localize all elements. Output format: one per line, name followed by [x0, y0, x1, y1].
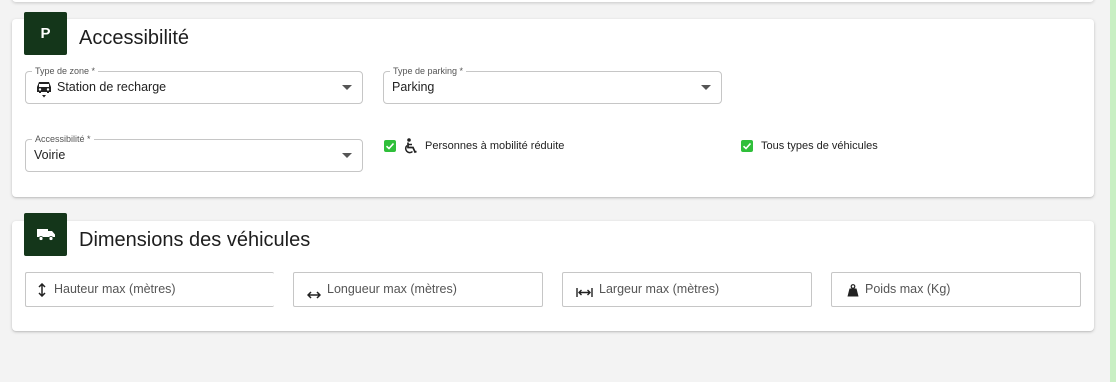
max-length-input[interactable]: Longueur max (mètres) — [293, 272, 543, 307]
ev-station-car-icon — [36, 80, 52, 103]
reduced-mobility-label: Personnes à mobilité réduite — [425, 140, 565, 152]
vehicle-dimensions-title: Dimensions des véhicules — [79, 229, 311, 251]
check-icon — [742, 142, 752, 150]
max-weight-input[interactable]: Poids max (Kg) — [831, 272, 1081, 307]
accessibility-card: P Accessibilité Type de zone * Station d… — [12, 12, 1094, 197]
zone-type-select[interactable]: Type de zone * Station de recharge — [25, 65, 363, 104]
accessibility-value: Voirie — [34, 148, 66, 162]
truck-icon — [24, 213, 67, 256]
chevron-down-icon[interactable] — [342, 153, 352, 158]
chevron-down-icon[interactable] — [342, 85, 352, 90]
all-vehicle-types-checkbox[interactable] — [741, 140, 753, 152]
max-weight-placeholder: Poids max (Kg) — [865, 282, 951, 296]
chevron-down-icon[interactable] — [701, 85, 711, 90]
wheelchair-icon — [404, 138, 418, 160]
length-arrows-icon — [306, 286, 322, 304]
vehicle-dimensions-card: Dimensions des véhicules Hauteur max (mè… — [12, 213, 1094, 331]
max-width-input[interactable]: Largeur max (mètres) — [562, 272, 812, 307]
weight-icon — [847, 284, 859, 302]
parking-icon-letter: P — [40, 25, 51, 42]
check-icon — [385, 142, 395, 150]
parking-type-select[interactable]: Type de parking * Parking — [383, 65, 722, 104]
parking-type-value: Parking — [392, 80, 435, 94]
page-scrollbar[interactable] — [1110, 0, 1116, 382]
height-arrows-icon — [38, 282, 46, 302]
reduced-mobility-checkbox[interactable] — [384, 140, 396, 152]
accessibility-title: Accessibilité — [79, 27, 190, 49]
previous-card-edge — [12, 0, 1094, 2]
max-width-placeholder: Largeur max (mètres) — [599, 282, 720, 296]
max-height-placeholder: Hauteur max (mètres) — [54, 282, 176, 296]
all-vehicle-types-label: Tous types de véhicules — [761, 140, 878, 152]
accessibility-select[interactable]: Accessibilité * Voirie — [25, 133, 363, 172]
width-arrows-icon — [576, 285, 593, 303]
zone-type-value: Station de recharge — [57, 80, 167, 94]
parking-icon: P — [24, 12, 67, 55]
max-length-placeholder: Longueur max (mètres) — [327, 282, 457, 296]
max-height-input[interactable]: Hauteur max (mètres) — [25, 272, 274, 307]
